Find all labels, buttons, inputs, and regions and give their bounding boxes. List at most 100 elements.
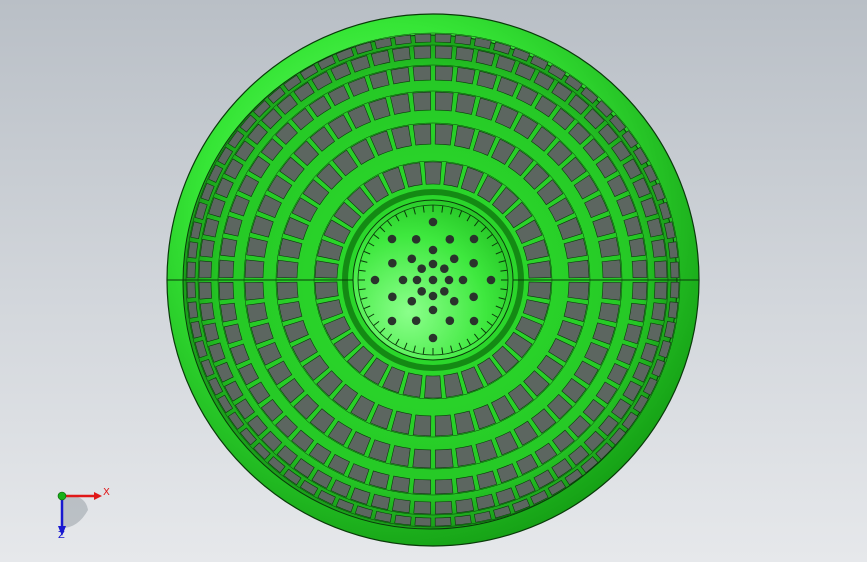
basket-slot (199, 302, 215, 322)
drain-hole (370, 275, 380, 285)
basket-slot (455, 67, 476, 85)
basket-slot (412, 123, 432, 146)
basket-slot (567, 281, 590, 301)
basket-slot (276, 259, 299, 279)
basket-slot (186, 281, 196, 299)
basket-slot (567, 259, 590, 279)
basket-slot (455, 475, 476, 493)
drain-hole (458, 275, 468, 285)
coordinate-triad (57, 491, 102, 536)
basket-slot (434, 500, 453, 515)
x-axis-label: X (103, 487, 110, 498)
drain-hole (428, 259, 438, 269)
drain-hole (428, 333, 438, 343)
basket-slot (601, 259, 622, 279)
basket-slot (631, 259, 648, 278)
drain-hole (445, 235, 455, 244)
basket-slot (198, 281, 213, 300)
basket-slot (218, 282, 235, 301)
drain-hole (428, 305, 438, 315)
basket-slot (435, 65, 454, 82)
basket-slot (454, 34, 472, 46)
basket-slot (390, 67, 411, 85)
basket-slot (628, 237, 646, 258)
drain-hole (428, 275, 438, 285)
basket-slot (653, 281, 668, 300)
y-axis-dot (57, 491, 67, 501)
basket-slot (414, 33, 432, 43)
drain-hole (388, 292, 397, 302)
drain-hole (388, 258, 397, 268)
drain-hole (428, 217, 438, 227)
basket-slot (434, 123, 454, 146)
basket-slot (187, 301, 199, 319)
drain-hole (387, 234, 397, 244)
basket-slot (434, 33, 452, 43)
drain-hole (417, 287, 426, 296)
drain-hole (411, 235, 421, 244)
z-axis-label: Z (58, 530, 65, 541)
drain-hole (445, 316, 455, 325)
drain-hole (469, 316, 479, 326)
basket-slot (434, 414, 454, 437)
basket-slot (390, 475, 411, 493)
basket-slot (413, 500, 432, 515)
basket-slot (651, 238, 667, 258)
drain-hole (469, 258, 478, 268)
basket-slot (244, 259, 265, 279)
basket-slot (434, 448, 454, 469)
drain-hole (440, 287, 449, 296)
drain-hole (417, 264, 426, 273)
drain-hole (407, 296, 417, 306)
drain-hole (440, 264, 449, 273)
basket-slot (412, 414, 432, 437)
basket-slot (424, 375, 442, 399)
basket-slot (198, 260, 213, 279)
basket-slot (455, 46, 475, 62)
basket-slot (276, 281, 299, 301)
drain-hole (486, 275, 496, 285)
basket-slot (628, 302, 646, 323)
basket-slot (653, 260, 668, 279)
basket-slot (218, 259, 235, 278)
basket-slot (667, 241, 679, 259)
basket-slot (199, 238, 215, 258)
basket-slot (454, 514, 472, 526)
basket-slot (413, 45, 432, 60)
drain-hole (469, 292, 478, 302)
basket-slot (670, 281, 680, 299)
basket-slot (220, 302, 238, 323)
basket-slot (412, 448, 432, 469)
drain-hole (449, 296, 459, 306)
basket-slot (391, 46, 411, 62)
basket-slot (601, 281, 622, 301)
drain-hole (449, 254, 459, 264)
basket-slot (434, 45, 453, 60)
basket-slot (434, 517, 452, 527)
basket-slot (187, 241, 199, 259)
drain-hole (387, 316, 397, 326)
drain-hole (444, 275, 454, 285)
drain-hole (412, 275, 422, 285)
basket-slot (412, 65, 431, 82)
basket-slot (394, 34, 412, 46)
basket-slot (434, 91, 454, 112)
basket-slot (455, 498, 475, 514)
basket-slot (412, 478, 431, 495)
basket-slot (631, 282, 648, 301)
basket-slot (391, 498, 411, 514)
basket-slot (186, 261, 196, 279)
basket-slot (651, 302, 667, 322)
basket-slot (435, 478, 454, 495)
x-axis-arrowhead (94, 492, 102, 500)
drain-hole (469, 234, 479, 244)
basket-slot (412, 91, 432, 112)
basket-slot (670, 261, 680, 279)
drain-hole (411, 316, 421, 325)
basket-slot (244, 281, 265, 301)
drain-hole (398, 275, 408, 285)
drain-hole (407, 254, 417, 264)
drain-hole (428, 245, 438, 255)
cad-viewport[interactable] (0, 0, 867, 562)
basket-slot (414, 517, 432, 527)
